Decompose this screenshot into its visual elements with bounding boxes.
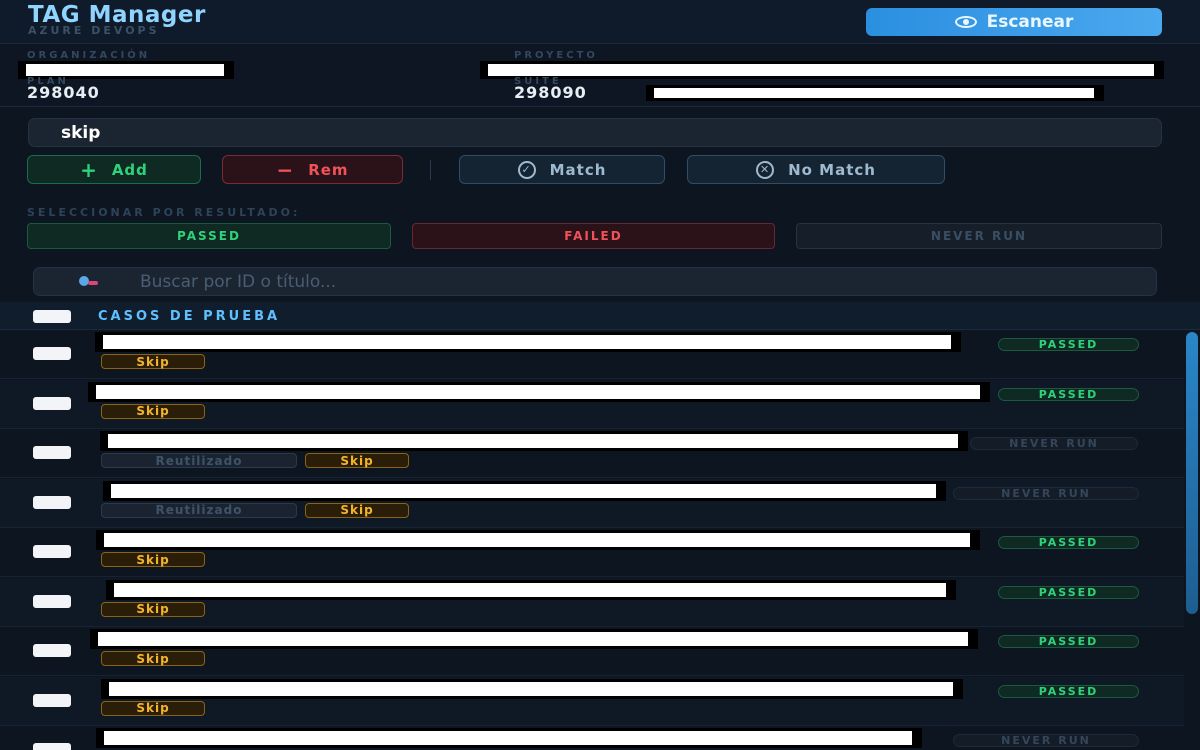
match-button[interactable]: ✓ Match [459, 155, 665, 184]
test-case-row[interactable]: Skip PASSED [0, 528, 1184, 577]
action-separator [430, 160, 431, 180]
row-checkbox[interactable] [33, 347, 71, 360]
tag-skip: Skip [101, 354, 205, 369]
test-case-title-redacted [90, 629, 978, 649]
test-case-title-redacted [103, 480, 946, 501]
no-match-label: No Match [788, 160, 876, 179]
no-match-button[interactable]: ✕ No Match [687, 155, 945, 184]
status-badge: PASSED [998, 635, 1139, 648]
search-icon [79, 276, 98, 286]
plus-icon: + [80, 157, 98, 182]
row-checkbox[interactable] [33, 743, 71, 750]
tag-reutilizado: Reutilizado [101, 453, 297, 468]
test-cases-header: CASOS DE PRUEBA [0, 302, 1200, 330]
test-case-row[interactable]: Reutilizado Skip NEVER RUN [0, 429, 1184, 478]
row-checkbox[interactable] [33, 396, 71, 410]
suite-name-redacted [646, 85, 1104, 101]
row-checkbox[interactable] [33, 693, 71, 707]
row-checkbox[interactable] [33, 644, 71, 657]
organization-label: ORGANIZACIÓN [27, 50, 151, 61]
add-tag-label: Add [111, 160, 148, 179]
scrollbar-thumb[interactable] [1186, 332, 1198, 614]
test-case-title-redacted [95, 332, 961, 352]
status-badge: PASSED [998, 684, 1139, 698]
filter-passed-button[interactable]: PASSED [27, 223, 391, 249]
match-label: Match [549, 160, 607, 179]
project-label: PROYECTO [514, 50, 598, 61]
search-box [33, 267, 1157, 296]
test-case-title-redacted [88, 381, 990, 402]
app-subtitle: AZURE DEVOPS [28, 24, 160, 37]
test-case-row[interactable]: Skip PASSED [0, 577, 1184, 627]
tag-skip: Skip [101, 651, 205, 666]
test-cases-list: Skip PASSED Skip PASSED Reutilizado Skip NEVER… [0, 330, 1184, 750]
scan-button[interactable]: Escanear [866, 8, 1162, 36]
tag-skip: Skip [101, 700, 205, 716]
add-tag-button[interactable]: + Add [27, 155, 201, 184]
suite-value: 298090 [514, 83, 587, 102]
test-case-row[interactable]: NEVER RUN [0, 726, 1184, 750]
filter-never-run-button[interactable]: NEVER RUN [796, 223, 1162, 249]
status-badge: NEVER RUN [970, 437, 1138, 450]
test-case-title-redacted [100, 431, 968, 451]
tag-skip: Skip [305, 453, 409, 468]
test-case-title-redacted [96, 530, 980, 550]
test-case-row[interactable]: Skip PASSED [0, 330, 1184, 379]
row-checkbox[interactable] [33, 495, 71, 509]
check-circle-icon: ✓ [517, 160, 536, 179]
test-case-row[interactable]: Skip PASSED [0, 676, 1184, 726]
row-checkbox[interactable] [33, 545, 71, 558]
x-circle-icon: ✕ [756, 160, 775, 179]
row-checkbox[interactable] [33, 446, 71, 459]
status-badge: PASSED [998, 387, 1139, 401]
test-case-title-redacted [96, 728, 922, 748]
select-by-result-label: SELECCIONAR POR RESULTADO: [27, 206, 301, 219]
test-case-row[interactable]: Reutilizado Skip NEVER RUN [0, 478, 1184, 528]
tag-skip: Skip [305, 502, 409, 518]
select-all-checkbox[interactable] [33, 310, 71, 323]
tag-skip: Skip [101, 601, 205, 617]
tag-skip: Skip [101, 403, 205, 419]
test-case-title-redacted [106, 579, 956, 600]
filter-failed-button[interactable]: FAILED [412, 223, 775, 249]
eye-icon [954, 16, 977, 28]
remove-tag-label: Rem [308, 160, 349, 179]
row-checkbox[interactable] [33, 594, 71, 608]
tag-reutilizado: Reutilizado [101, 502, 297, 518]
test-case-row[interactable]: Skip PASSED [0, 627, 1184, 676]
status-badge: NEVER RUN [953, 734, 1139, 747]
test-case-title-redacted [101, 678, 963, 699]
test-cases-title: CASOS DE PRUEBA [98, 309, 281, 324]
status-badge: PASSED [998, 585, 1139, 599]
app-header: TAG Manager AZURE DEVOPS Escanear [0, 0, 1200, 44]
minus-icon: − [276, 157, 295, 182]
plan-value: 298040 [27, 83, 100, 102]
tag-input[interactable] [28, 118, 1162, 147]
remove-tag-button[interactable]: − Rem [222, 155, 403, 184]
search-input[interactable] [140, 270, 1140, 294]
project-value-redacted [480, 61, 1164, 79]
status-badge: NEVER RUN [953, 486, 1139, 500]
status-badge: PASSED [998, 536, 1139, 549]
tag-skip: Skip [101, 552, 205, 567]
status-badge: PASSED [998, 338, 1139, 351]
scan-button-label: Escanear [986, 12, 1074, 32]
project-info-panel: ORGANIZACIÓN PROYECTO PLAN 298040 SUITE … [0, 45, 1200, 107]
test-case-row[interactable]: Skip PASSED [0, 379, 1184, 429]
tag-manager-app: TAG Manager AZURE DEVOPS Escanear ORGANI… [0, 0, 1200, 750]
